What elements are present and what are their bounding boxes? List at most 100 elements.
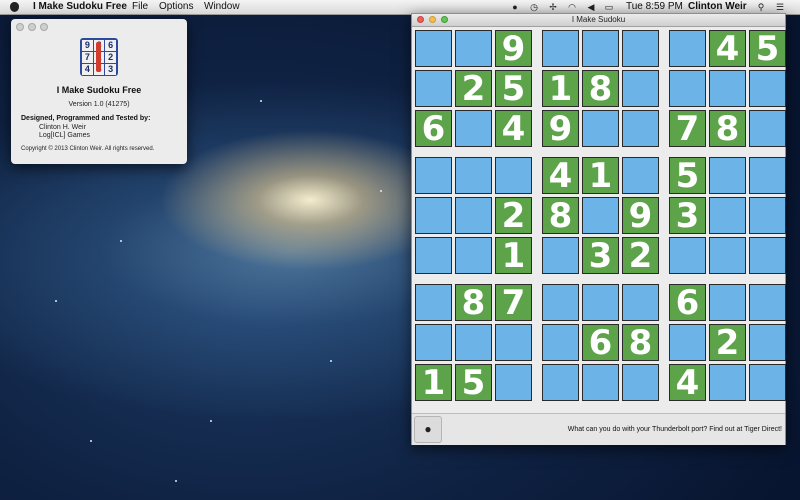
sudoku-cell[interactable]	[669, 324, 706, 361]
sudoku-cell[interactable]	[749, 284, 786, 321]
sudoku-cell[interactable]: 4	[669, 364, 706, 402]
battery-icon[interactable]: ▭	[604, 2, 614, 12]
sudoku-cell[interactable]: 8	[455, 284, 492, 322]
sudoku-cell[interactable]: 5	[455, 364, 492, 402]
apple-menu-icon[interactable]	[10, 2, 19, 12]
sudoku-cell[interactable]	[622, 110, 659, 147]
minimize-button[interactable]	[28, 23, 36, 31]
sudoku-cell[interactable]	[669, 237, 706, 274]
zoom-button[interactable]	[40, 23, 48, 31]
close-button[interactable]	[16, 23, 24, 31]
sudoku-cell[interactable]	[622, 157, 659, 194]
sudoku-cell[interactable]	[415, 197, 452, 234]
sudoku-cell[interactable]: 1	[542, 70, 579, 108]
sudoku-cell[interactable]: 8	[542, 197, 579, 235]
sudoku-cell[interactable]	[709, 364, 746, 401]
sudoku-cell[interactable]: 2	[622, 237, 659, 275]
sudoku-cell[interactable]	[542, 284, 579, 321]
sudoku-cell[interactable]	[542, 324, 579, 361]
menu-window[interactable]: Window	[204, 0, 240, 14]
sudoku-cell[interactable]	[749, 110, 786, 147]
sudoku-cell[interactable]: 9	[622, 197, 659, 235]
sudoku-cell[interactable]: 8	[622, 324, 659, 362]
sudoku-cell[interactable]	[749, 70, 786, 107]
sudoku-cell[interactable]: 7	[495, 284, 532, 322]
sudoku-cell[interactable]	[749, 324, 786, 361]
notification-center-icon[interactable]: ☰	[775, 2, 785, 12]
sudoku-cell[interactable]: 4	[495, 110, 532, 148]
sudoku-cell[interactable]	[415, 284, 452, 321]
sudoku-cell[interactable]	[622, 364, 659, 401]
user-menu[interactable]: Clinton Weir	[688, 0, 747, 14]
sudoku-cell[interactable]	[455, 30, 492, 67]
sudoku-cell[interactable]	[749, 157, 786, 194]
chat-icon[interactable]: ●	[510, 2, 520, 12]
sudoku-cell[interactable]	[455, 197, 492, 234]
sudoku-cell[interactable]: 1	[495, 237, 532, 275]
sudoku-cell[interactable]	[582, 197, 619, 234]
clock[interactable]: Tue 8:59 PM	[626, 0, 683, 14]
sudoku-cell[interactable]	[582, 110, 619, 147]
sudoku-cell[interactable]: 5	[495, 70, 532, 108]
sudoku-cell[interactable]	[415, 30, 452, 67]
sudoku-cell[interactable]	[622, 30, 659, 67]
bluetooth-icon[interactable]: ✢	[548, 2, 558, 12]
sudoku-cell[interactable]: 9	[542, 110, 579, 148]
sudoku-cell[interactable]	[495, 157, 532, 194]
sudoku-cell[interactable]: 4	[709, 30, 746, 68]
sudoku-cell[interactable]	[622, 284, 659, 321]
sudoku-cell[interactable]: 4	[542, 157, 579, 195]
minimize-button[interactable]	[429, 16, 436, 23]
sudoku-cell[interactable]: 6	[582, 324, 619, 362]
sudoku-cell[interactable]: 6	[669, 284, 706, 322]
sudoku-cell[interactable]	[542, 30, 579, 67]
sudoku-cell[interactable]	[542, 237, 579, 274]
sudoku-cell[interactable]	[415, 157, 452, 194]
sudoku-cell[interactable]	[582, 284, 619, 321]
sudoku-cell[interactable]	[749, 197, 786, 234]
apple-logo-icon[interactable]: ●	[414, 416, 442, 443]
sudoku-cell[interactable]: 3	[582, 237, 619, 275]
sudoku-cell[interactable]	[455, 324, 492, 361]
sudoku-cell[interactable]	[542, 364, 579, 401]
search-icon[interactable]: ⚲	[756, 2, 766, 12]
sudoku-cell[interactable]: 7	[669, 110, 706, 148]
sudoku-cell[interactable]	[582, 30, 619, 67]
sudoku-cell[interactable]: 2	[455, 70, 492, 108]
zoom-button[interactable]	[441, 16, 448, 23]
sudoku-cell[interactable]: 3	[669, 197, 706, 235]
ad-banner[interactable]: ● What can you do with your Thunderbolt …	[412, 413, 785, 445]
sudoku-cell[interactable]	[415, 70, 452, 107]
sudoku-cell[interactable]	[709, 197, 746, 234]
sudoku-cell[interactable]: 5	[669, 157, 706, 195]
ad-text[interactable]: What can you do with your Thunderbolt po…	[568, 426, 782, 433]
sudoku-cell[interactable]	[455, 157, 492, 194]
sudoku-cell[interactable]: 6	[415, 110, 452, 148]
sudoku-cell[interactable]	[709, 157, 746, 194]
time-machine-icon[interactable]: ◷	[529, 2, 539, 12]
volume-icon[interactable]: ◀	[586, 2, 596, 12]
sudoku-cell[interactable]: 2	[709, 324, 746, 362]
sudoku-cell[interactable]: 2	[495, 197, 532, 235]
app-menu[interactable]: I Make Sudoku Free	[33, 0, 127, 14]
sudoku-cell[interactable]	[582, 364, 619, 401]
sudoku-cell[interactable]: 1	[415, 364, 452, 402]
sudoku-cell[interactable]	[709, 284, 746, 321]
sudoku-cell[interactable]	[415, 324, 452, 361]
window-titlebar[interactable]: I Make Sudoku	[412, 14, 785, 27]
sudoku-cell[interactable]: 8	[709, 110, 746, 148]
wifi-icon[interactable]: ◠	[567, 2, 577, 12]
sudoku-cell[interactable]: 5	[749, 30, 786, 68]
sudoku-cell[interactable]	[669, 70, 706, 107]
sudoku-cell[interactable]: 9	[495, 30, 532, 68]
sudoku-cell[interactable]	[622, 70, 659, 107]
sudoku-cell[interactable]	[709, 237, 746, 274]
sudoku-cell[interactable]	[749, 237, 786, 274]
sudoku-cell[interactable]	[455, 237, 492, 274]
sudoku-cell[interactable]	[709, 70, 746, 107]
sudoku-cell[interactable]	[495, 324, 532, 361]
sudoku-cell[interactable]	[455, 110, 492, 147]
sudoku-cell[interactable]: 1	[582, 157, 619, 195]
sudoku-cell[interactable]	[669, 30, 706, 67]
sudoku-cell[interactable]	[415, 237, 452, 274]
